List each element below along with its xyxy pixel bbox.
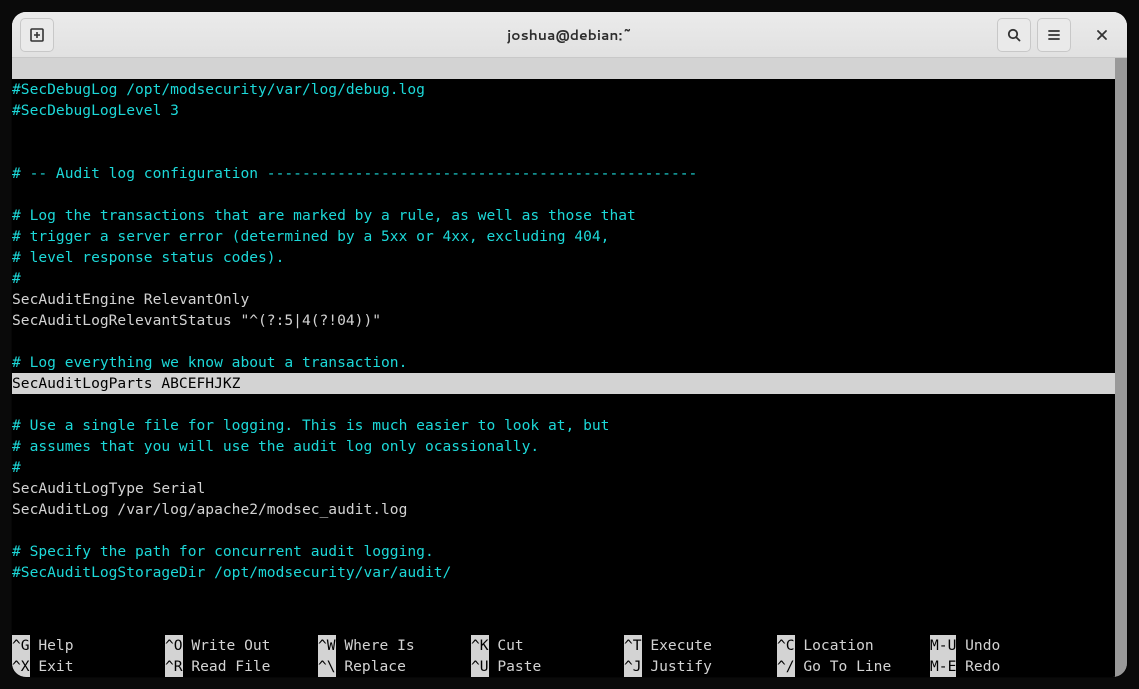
shortcut-label: Redo [956,656,1000,677]
shortcut-key: ^X [12,656,30,677]
shortcut-label: Location [795,635,874,656]
shortcut-label: Where Is [336,635,415,656]
shortcut-key: ^K [471,635,489,656]
shortcut-item: ^G Help [12,635,165,656]
shortcut-key: ^W [318,635,336,656]
shortcut-item: ^U Paste [471,656,624,677]
editor-line [12,394,1115,415]
new-tab-icon [29,27,45,43]
shortcut-row-2: ^X Exit^R Read File^\ Replace^U Paste^J … [12,656,1115,677]
shortcut-item: ^C Location [777,635,930,656]
shortcut-item: ^K Cut [471,635,624,656]
editor-line: SecAuditLog /var/log/apache2/modsec_audi… [12,499,1115,520]
shortcut-key: ^J [624,656,642,677]
shortcut-key: ^U [471,656,489,677]
shortcut-label: Write Out [183,635,271,656]
nano-filename: /etc/modsecurity/modsecurity.conf * [451,81,759,98]
shortcut-label: Exit [30,656,74,677]
shortcut-label: Cut [489,635,524,656]
shortcut-key: M-U [930,635,956,656]
shortcut-item: ^W Where Is [318,635,471,656]
editor-line: # Log everything we know about a transac… [12,352,1115,373]
shortcut-key: ^\ [318,656,336,677]
terminal-content: GNU nano 7.2 /etc/modsecurity/modsecurit… [12,58,1115,677]
shortcut-label: Execute [642,635,712,656]
shortcut-key: ^O [165,635,183,656]
editor-line: # Specify the path for concurrent audit … [12,541,1115,562]
editor-line [12,142,1115,163]
shortcut-label: Go To Line [795,656,892,677]
editor-line: # Log the transactions that are marked b… [12,205,1115,226]
editor-line: # trigger a server error (determined by … [12,226,1115,247]
editor-line: # assumes that you will use the audit lo… [12,436,1115,457]
shortcut-label: Replace [336,656,406,677]
shortcut-item: M-E Redo [930,656,1070,677]
shortcut-key: ^R [165,656,183,677]
shortcut-key: ^C [777,635,795,656]
shortcut-key: ^T [624,635,642,656]
search-icon [1006,27,1022,43]
editor-line [12,331,1115,352]
shortcut-item: ^X Exit [12,656,165,677]
shortcut-key: M-E [930,656,956,677]
editor-line: SecAuditLogType Serial [12,478,1115,499]
editor-line [12,121,1115,142]
shortcut-label: Help [30,635,74,656]
shortcut-key: ^/ [777,656,795,677]
menu-button[interactable] [1037,18,1071,52]
window-title: joshua@debian:~ [507,25,632,45]
editor-line: # Use a single file for logging. This is… [12,415,1115,436]
editor-line: SecAuditLogRelevantStatus "^(?:5|4(?!04)… [12,310,1115,331]
editor-line: #SecDebugLogLevel 3 [12,100,1115,121]
close-icon [1095,28,1109,42]
hamburger-icon [1046,27,1062,43]
editor-line: SecAuditLogParts ABCEFHJKZ [12,373,1115,394]
shortcut-item: ^\ Replace [318,656,471,677]
nano-header: GNU nano 7.2 /etc/modsecurity/modsecurit… [12,58,1115,79]
terminal-window: joshua@debian:~ [12,12,1127,677]
editor-line: # level response status codes). [12,247,1115,268]
shortcut-item: ^J Justify [624,656,777,677]
editor-line: #SecAuditLogStorageDir /opt/modsecurity/… [12,562,1115,583]
shortcut-label: Paste [489,656,542,677]
search-button[interactable] [997,18,1031,52]
editor-line [12,520,1115,541]
shortcut-key: ^G [12,635,30,656]
titlebar[interactable]: joshua@debian:~ [12,12,1127,58]
editor-line: # [12,457,1115,478]
scrollbar[interactable] [1115,58,1127,677]
shortcut-label: Justify [642,656,712,677]
nano-shortcuts: ^G Help^O Write Out^W Where Is^K Cut^T E… [12,635,1115,677]
shortcut-item: ^R Read File [165,656,318,677]
shortcut-label: Undo [956,635,1000,656]
editor-line: # -- Audit log configuration -----------… [12,163,1115,184]
editor-line: SecAuditEngine RelevantOnly [12,289,1115,310]
editor-line: # [12,268,1115,289]
editor-line [12,583,1115,604]
shortcut-item: ^O Write Out [165,635,318,656]
shortcut-row-1: ^G Help^O Write Out^W Where Is^K Cut^T E… [12,635,1115,656]
editor-line [12,184,1115,205]
terminal-viewport[interactable]: GNU nano 7.2 /etc/modsecurity/modsecurit… [12,58,1127,677]
shortcut-item: ^T Execute [624,635,777,656]
shortcut-item: M-U Undo [930,635,1070,656]
new-tab-button[interactable] [20,18,54,52]
shortcut-item: ^/ Go To Line [777,656,930,677]
scrollbar-thumb[interactable] [1115,58,1127,677]
close-button[interactable] [1085,18,1119,52]
shortcut-label: Read File [183,656,271,677]
